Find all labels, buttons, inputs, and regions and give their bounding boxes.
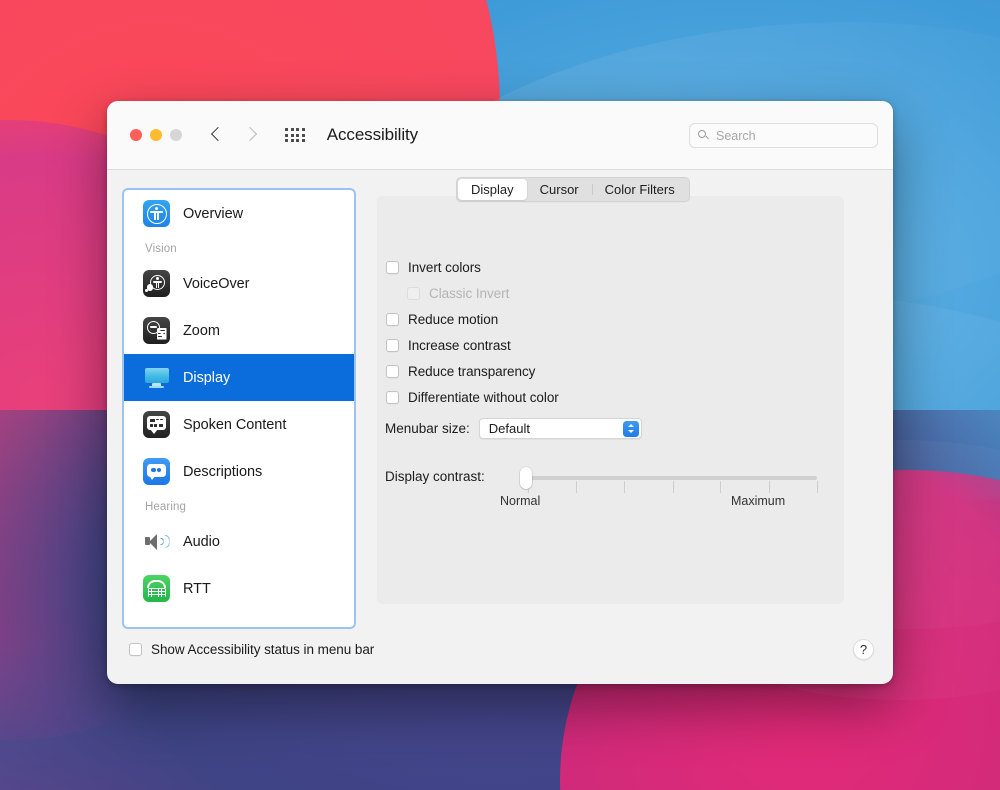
sidebar-item-label: Display bbox=[183, 369, 231, 386]
descriptions-icon bbox=[143, 458, 170, 485]
sidebar-focus-ring: Overview Vision VoiceOver Zoom Display S… bbox=[122, 188, 356, 629]
slider-track[interactable] bbox=[528, 476, 818, 493]
sidebar-item-label: RTT bbox=[183, 580, 211, 597]
sidebar-group-hearing: Hearing bbox=[145, 500, 186, 513]
zoom-magnifier-icon bbox=[143, 317, 170, 344]
window-footer: Show Accessibility status in menu bar ? bbox=[107, 628, 893, 684]
checkbox-label: Differentiate without color bbox=[408, 389, 559, 405]
sidebar-item-label: Zoom bbox=[183, 322, 220, 339]
show-all-grid-icon[interactable] bbox=[285, 127, 305, 143]
chevron-up-down-icon bbox=[622, 420, 639, 437]
sidebar-item-label: Audio bbox=[183, 533, 220, 550]
checkbox-row-invert-colors[interactable]: Invert colors bbox=[386, 254, 559, 280]
search-icon bbox=[698, 129, 710, 142]
slider-min-label: Normal bbox=[500, 494, 541, 508]
sidebar-item-label: Descriptions bbox=[183, 463, 263, 480]
spoken-content-icon bbox=[143, 411, 170, 438]
display-contrast-slider[interactable] bbox=[520, 467, 818, 493]
forward-arrow-icon[interactable] bbox=[244, 125, 257, 146]
sidebar-item-overview[interactable]: Overview bbox=[124, 190, 354, 237]
traffic-lights bbox=[130, 129, 182, 141]
sidebar-item-display[interactable]: Display bbox=[124, 354, 354, 401]
display-settings-panel: Display Cursor Color Filters Invert colo… bbox=[377, 177, 844, 604]
menubar-size-value: Default bbox=[488, 421, 530, 436]
slider-thumb[interactable] bbox=[520, 467, 532, 489]
sidebar-group-vision: Vision bbox=[145, 242, 177, 255]
reduce-motion-checkbox[interactable] bbox=[386, 312, 399, 326]
sidebar-item-label: Overview bbox=[183, 205, 244, 222]
menubar-size-row: Menubar size: Default bbox=[385, 418, 642, 439]
window-body: Overview Vision VoiceOver Zoom Display S… bbox=[107, 170, 893, 629]
invert-colors-checkbox[interactable] bbox=[386, 260, 399, 274]
sidebar-item-voiceover[interactable]: VoiceOver bbox=[124, 260, 354, 307]
desktop-wallpaper: Accessibility Search Overview Vision Voi… bbox=[0, 0, 1000, 790]
sidebar-item-label: VoiceOver bbox=[183, 275, 250, 292]
sidebar-item-zoom[interactable]: Zoom bbox=[124, 307, 354, 354]
system-preferences-window: Accessibility Search Overview Vision Voi… bbox=[107, 101, 893, 684]
checkbox-label: Increase contrast bbox=[408, 337, 511, 353]
differentiate-without-color-checkbox[interactable] bbox=[386, 390, 399, 404]
menubar-size-label: Menubar size: bbox=[385, 421, 470, 436]
reduce-transparency-checkbox[interactable] bbox=[386, 364, 399, 378]
checkbox-row-reduce-motion[interactable]: Reduce motion bbox=[386, 306, 559, 332]
window-toolbar: Accessibility Search bbox=[107, 101, 893, 170]
accessibility-person-icon bbox=[143, 200, 170, 227]
zoom-button[interactable] bbox=[170, 129, 182, 141]
back-arrow-icon[interactable] bbox=[211, 125, 224, 146]
increase-contrast-checkbox[interactable] bbox=[386, 338, 399, 352]
display-monitor-icon bbox=[143, 364, 170, 391]
display-options-list: Invert colors Classic Invert Reduce moti… bbox=[386, 254, 559, 410]
close-button[interactable] bbox=[130, 129, 142, 141]
sidebar-item-audio[interactable]: Audio bbox=[124, 518, 354, 565]
sidebar-item-label: Spoken Content bbox=[183, 416, 287, 433]
checkbox-row-differentiate-without-color[interactable]: Differentiate without color bbox=[386, 384, 559, 410]
checkbox-row-classic-invert: Classic Invert bbox=[386, 280, 559, 306]
slider-max-label: Maximum bbox=[731, 494, 786, 508]
tab-color-filters[interactable]: Color Filters bbox=[591, 179, 688, 200]
menubar-size-select[interactable]: Default bbox=[478, 418, 642, 439]
checkbox-row-reduce-transparency[interactable]: Reduce transparency bbox=[386, 358, 559, 384]
checkbox-label: Classic Invert bbox=[429, 285, 510, 301]
page-title: Accessibility bbox=[326, 125, 419, 144]
tab-display[interactable]: Display bbox=[458, 179, 527, 200]
rtt-keyboard-icon bbox=[147, 588, 166, 598]
help-question-icon[interactable]: ? bbox=[853, 639, 874, 660]
sidebar-item-descriptions[interactable]: Descriptions bbox=[124, 448, 354, 495]
sidebar-item-spoken-content[interactable]: Spoken Content bbox=[124, 401, 354, 448]
checkbox-label: Reduce motion bbox=[408, 311, 499, 327]
show-status-row[interactable]: Show Accessibility status in menu bar bbox=[129, 642, 374, 657]
audio-speaker-icon bbox=[143, 528, 170, 555]
show-accessibility-status-checkbox[interactable] bbox=[129, 643, 142, 656]
display-contrast-label: Display contrast: bbox=[385, 469, 485, 484]
checkbox-label: Invert colors bbox=[408, 259, 481, 275]
checkbox-label: Show Accessibility status in menu bar bbox=[151, 642, 375, 657]
classic-invert-checkbox bbox=[407, 286, 420, 300]
rtt-icon bbox=[143, 575, 170, 602]
voiceover-icon bbox=[143, 270, 170, 297]
search-placeholder: Search bbox=[716, 128, 756, 143]
content-area: Display Cursor Color Filters Invert colo… bbox=[356, 170, 893, 628]
minimize-button[interactable] bbox=[150, 129, 162, 141]
checkbox-label: Reduce transparency bbox=[408, 363, 536, 379]
checkbox-row-increase-contrast[interactable]: Increase contrast bbox=[386, 332, 559, 358]
sidebar: Overview Vision VoiceOver Zoom Display S… bbox=[124, 190, 354, 627]
tab-cursor[interactable]: Cursor bbox=[527, 179, 592, 200]
search-input[interactable]: Search bbox=[689, 123, 878, 148]
sidebar-item-rtt[interactable]: RTT bbox=[124, 565, 354, 612]
navigation-arrows bbox=[211, 125, 257, 146]
tab-bar: Display Cursor Color Filters bbox=[456, 177, 690, 202]
